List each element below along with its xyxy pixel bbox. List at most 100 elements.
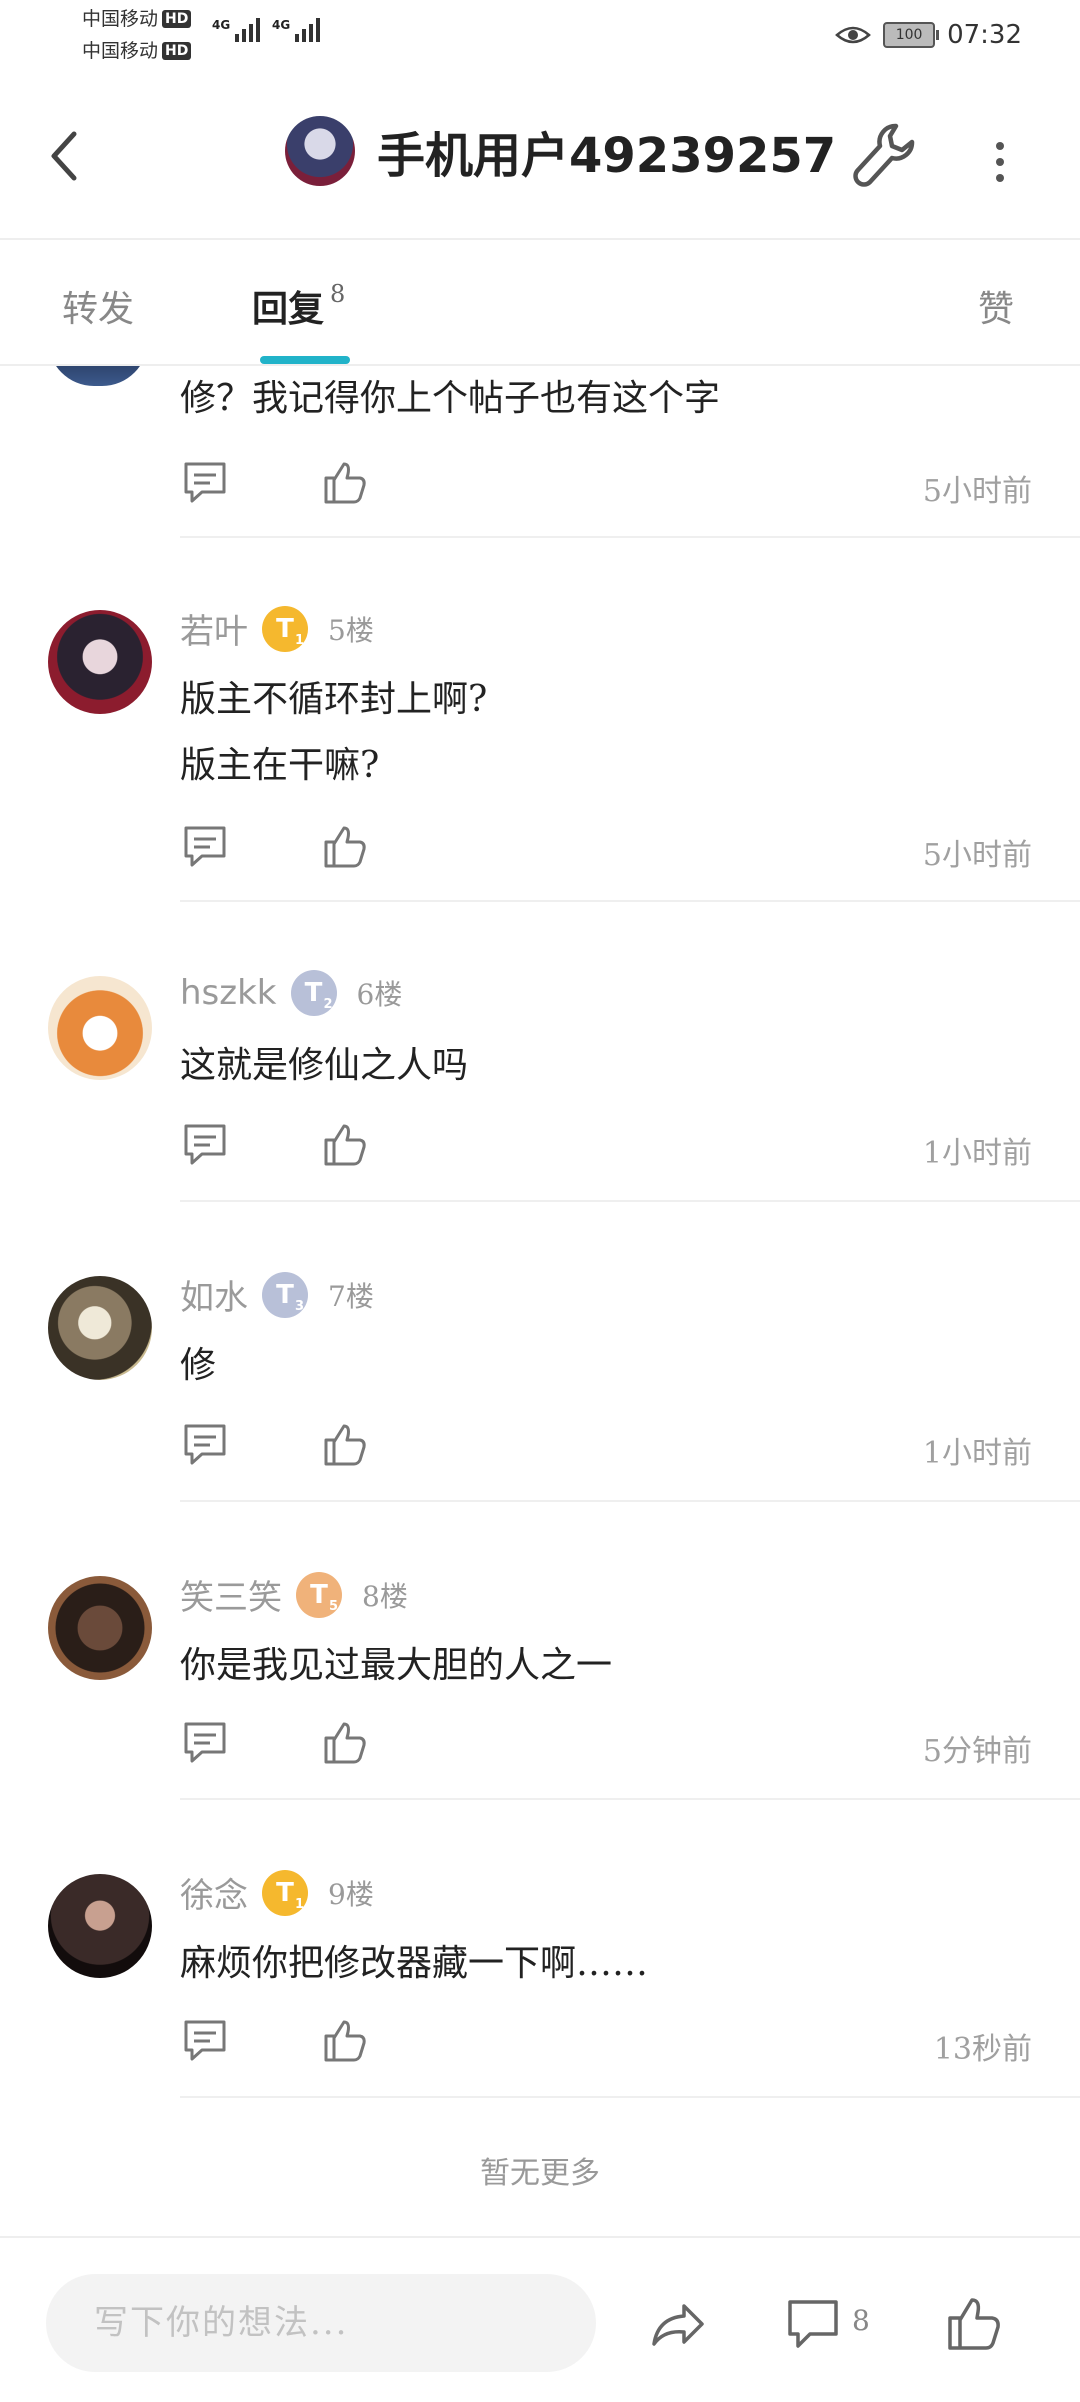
reply-icon[interactable] [180, 1420, 230, 1470]
comment-meta: 笑三笑 T5 8楼 [180, 1570, 408, 1619]
thumbs-up-icon[interactable] [320, 1420, 370, 1470]
username[interactable]: hszkk [180, 973, 277, 1013]
comment-actions: 1小时前 [180, 1120, 1050, 1176]
page-title: 手机用户49239257 [377, 128, 837, 184]
comment-actions: 1小时前 [180, 1420, 1050, 1476]
username[interactable]: 徐念 [180, 1868, 248, 1917]
comment-count: 8 [852, 2304, 870, 2337]
thumbs-up-icon[interactable] [320, 458, 370, 508]
comment-input[interactable]: 写下你的想法... [46, 2274, 596, 2372]
clock: 07:32 [947, 20, 1022, 50]
divider [180, 2096, 1080, 2098]
comment-time: 1小时前 [922, 1136, 1032, 1171]
more-vertical-icon[interactable] [985, 132, 1015, 192]
bottom-bar: 写下你的想法... 8 [0, 2236, 1080, 2402]
tab-label: 转发 [62, 289, 135, 330]
divider [180, 1500, 1080, 1502]
thumbs-up-icon[interactable] [320, 1120, 370, 1170]
floor-number: 9楼 [328, 1877, 374, 1911]
tab-indicator [260, 356, 350, 364]
badge-level: 3 [294, 1298, 304, 1314]
level-badge: T1 [262, 605, 308, 652]
reply-icon[interactable] [180, 1120, 230, 1170]
comment-list[interactable]: 修？我记得你上个帖子也有这个字 5小时前 若叶 T1 5楼 版主不循环封上啊? … [0, 366, 1080, 2230]
network-label: 4G [212, 18, 231, 32]
floor-number: 5楼 [328, 613, 374, 647]
eye-icon [835, 26, 871, 44]
comment-icon[interactable] [784, 2294, 844, 2354]
network-label: 4G [272, 18, 291, 32]
tab-label: 回复 [252, 288, 325, 330]
username[interactable]: 若叶 [180, 604, 248, 653]
tab-bar: 转发 回复 8 赞 [0, 238, 1080, 366]
tab-forward[interactable]: 转发 [62, 280, 134, 332]
comment-meta: 若叶 T1 5楼 [180, 604, 374, 653]
divider [180, 1200, 1080, 1202]
comment-meta: hszkk T2 6楼 [180, 970, 402, 1016]
comment-text: 版主在干嘛? [180, 745, 380, 786]
comment-text: 你是我见过最大胆的人之一 [180, 1645, 613, 1686]
level-badge: T5 [296, 1571, 342, 1618]
reply-icon[interactable] [180, 822, 230, 872]
tab-label: 赞 [978, 289, 1015, 330]
status-right: 100 07:32 [835, 20, 1022, 50]
avatar[interactable] [48, 610, 152, 714]
badge-letter: T [276, 613, 294, 644]
comment-text: 这就是修仙之人吗 [180, 1045, 469, 1086]
signal-icon: 4G [272, 18, 321, 42]
header-user[interactable]: 手机用户49239257 [285, 116, 836, 186]
badge-letter: T [304, 978, 323, 1008]
avatar[interactable] [48, 366, 148, 386]
reply-icon[interactable] [180, 458, 230, 508]
reply-icon[interactable] [180, 1718, 230, 1768]
thumbs-up-icon[interactable] [320, 1718, 370, 1768]
comment-time: 1小时前 [922, 1436, 1032, 1471]
comment-text: 修？我记得你上个帖子也有这个字 [180, 378, 721, 419]
status-bar: 中国移动 HD 中国移动 HD 4G 4G 100 07:32 [0, 0, 1080, 80]
divider [180, 536, 1080, 538]
hd-badge: HD [162, 10, 192, 28]
no-more-label: 暂无更多 [480, 2156, 600, 2191]
avatar[interactable] [48, 1276, 152, 1380]
comment-time: 5小时前 [922, 474, 1032, 509]
badge-letter: T [276, 1279, 294, 1310]
level-badge: T3 [262, 1271, 308, 1318]
badge-letter: T [310, 1579, 328, 1610]
avatar[interactable] [48, 976, 152, 1080]
tab-reply[interactable]: 回复 8 [252, 280, 345, 332]
floor-number: 6楼 [356, 978, 403, 1011]
floor-number: 8楼 [362, 1579, 408, 1613]
carrier-label: 中国移动 [82, 8, 159, 30]
signal-icon: 4G [212, 18, 261, 42]
wrench-icon[interactable] [850, 120, 920, 194]
badge-level: 1 [294, 632, 304, 648]
reply-icon[interactable] [180, 2016, 230, 2066]
avatar[interactable] [48, 1874, 152, 1978]
hd-badge: HD [162, 42, 192, 60]
share-icon[interactable] [648, 2294, 708, 2354]
top-bar: 手机用户49239257 [0, 80, 1080, 240]
username[interactable]: 如水 [180, 1270, 248, 1319]
badge-level: 5 [328, 1598, 338, 1614]
comment-time: 13秒前 [933, 2032, 1032, 2067]
comment-time: 5分钟前 [922, 1734, 1032, 1769]
carrier-label: 中国移动 [82, 40, 159, 62]
thumbs-up-icon[interactable] [320, 822, 370, 872]
battery-icon: 100 [883, 22, 940, 48]
thumbs-up-icon[interactable] [944, 2294, 1004, 2354]
avatar[interactable] [48, 1576, 152, 1680]
reply-count: 8 [330, 280, 346, 308]
back-arrow-icon[interactable] [44, 126, 84, 186]
tab-like[interactable]: 赞 [978, 280, 1014, 332]
level-badge: T2 [290, 970, 337, 1016]
thumbs-up-icon[interactable] [320, 2016, 370, 2066]
divider [180, 1798, 1080, 1800]
comment-actions: 5小时前 [180, 822, 1050, 878]
username[interactable]: 笑三笑 [180, 1570, 282, 1619]
comment-meta: 徐念 T1 9楼 [180, 1868, 374, 1917]
carrier-1: 中国移动 HD [82, 8, 192, 30]
avatar[interactable] [285, 116, 355, 186]
comment-text: 版主不循环封上啊? [180, 679, 488, 720]
badge-level: 2 [323, 997, 333, 1012]
comment-meta: 如水 T3 7楼 [180, 1270, 374, 1319]
